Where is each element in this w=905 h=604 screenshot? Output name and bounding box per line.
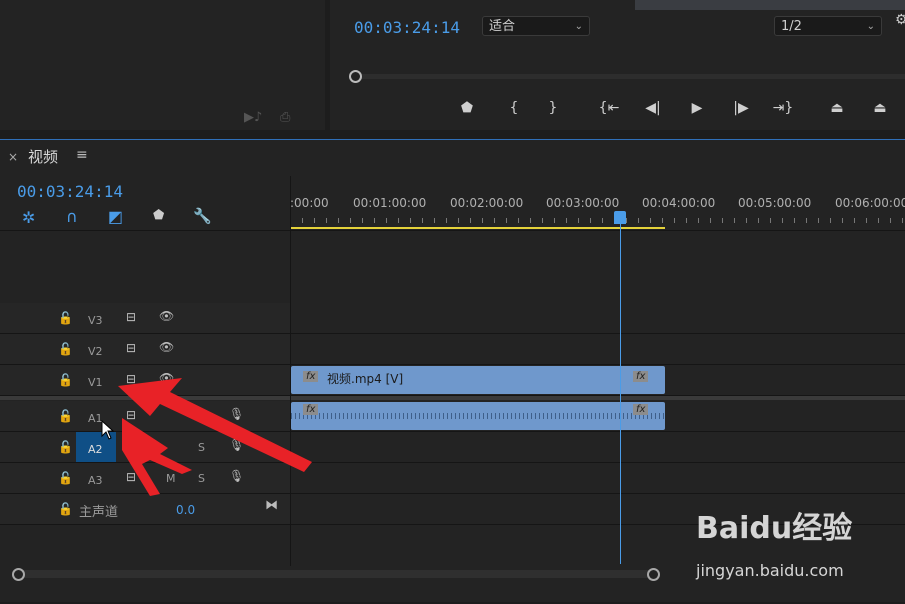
watermark-logo: Baidu经验 [696,511,853,546]
watermark-url: jingyan.baidu.com [696,561,844,580]
mouse-cursor-icon [101,420,115,440]
red-arrow-lower [122,418,192,496]
